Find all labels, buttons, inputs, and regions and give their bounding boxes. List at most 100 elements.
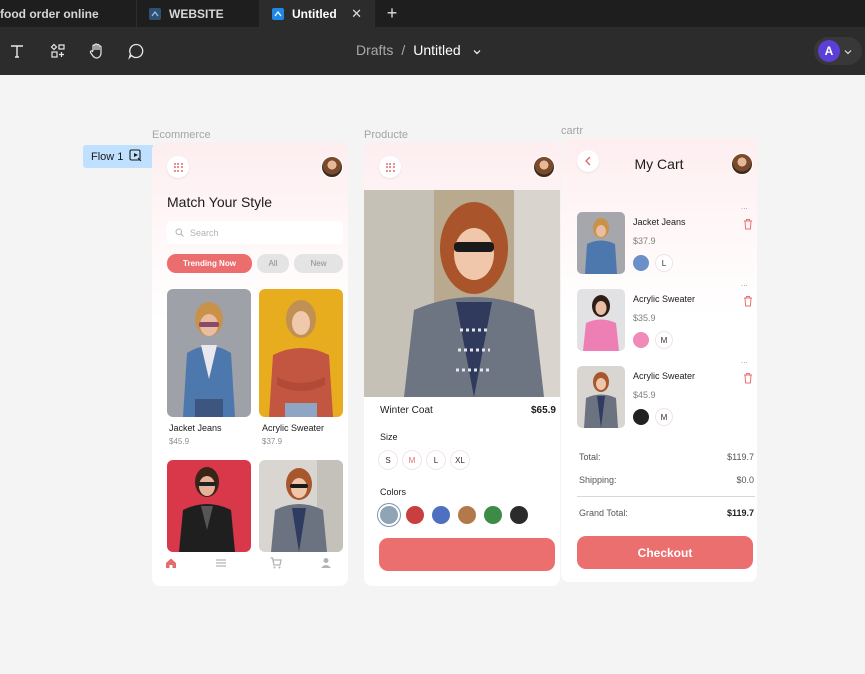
cart-item-image[interactable] [577, 366, 625, 428]
components-icon[interactable] [46, 39, 70, 63]
product-name: Winter Coat [380, 405, 433, 416]
file-name[interactable]: Untitled [413, 42, 460, 58]
user-icon[interactable] [320, 556, 332, 568]
chevron-down-icon[interactable] [473, 42, 481, 58]
size-label: Size [380, 432, 398, 442]
size-option-s[interactable]: S [379, 451, 397, 469]
color-swatch[interactable] [510, 506, 528, 524]
more-options-icon[interactable]: ... [741, 202, 748, 211]
close-icon[interactable]: ✕ [351, 6, 362, 22]
cart-title: My Cart [634, 156, 684, 172]
tab-label: food order online [0, 6, 99, 21]
frame-label-cart[interactable]: cartr [561, 125, 583, 137]
product-price: $65.9 [530, 405, 556, 416]
file-icon [149, 7, 161, 20]
cart-item-color[interactable] [633, 255, 649, 271]
product-name: Acrylic Sweater [262, 423, 325, 433]
frame-label-product[interactable]: Producte [364, 129, 408, 141]
chip-new[interactable]: New [294, 254, 343, 273]
grand-total-value: $119.7 [726, 508, 754, 518]
product-image-jacket-jeans[interactable] [167, 289, 251, 417]
cart-item-size[interactable]: M [656, 409, 672, 425]
product-price: $45.9 [169, 437, 190, 446]
cart-item-name: Acrylic Sweater [633, 294, 696, 304]
cart-item-name: Jacket Jeans [633, 217, 686, 227]
new-tab-button[interactable]: + [375, 0, 409, 27]
breadcrumb-drafts[interactable]: Drafts [356, 42, 393, 58]
tab-untitled[interactable]: Untitled ✕ [260, 0, 375, 27]
cart-item-size[interactable]: L [656, 255, 672, 271]
menu-grid-icon[interactable] [379, 156, 401, 178]
product-name: Jacket Jeans [169, 423, 222, 433]
trash-icon[interactable] [743, 294, 753, 307]
color-swatch[interactable] [432, 506, 450, 524]
breadcrumb-separator: / [401, 42, 406, 58]
product-price: $37.9 [262, 437, 283, 446]
breadcrumb: Drafts / Untitled [356, 42, 481, 58]
more-options-icon[interactable]: ... [741, 356, 748, 365]
search-icon [175, 228, 184, 237]
cart-item-price: $45.9 [633, 390, 656, 400]
comment-icon[interactable] [124, 39, 148, 63]
canvas[interactable]: Ecommerce Producte cartr Flow 1 Match Yo… [0, 75, 865, 674]
product-image-winter-coat[interactable] [259, 460, 343, 552]
page-title: Match Your Style [167, 194, 273, 210]
cart-item-size[interactable]: M [656, 332, 672, 348]
chip-trending-now[interactable]: Trending Now [167, 254, 252, 273]
cart-item-color[interactable] [633, 332, 649, 348]
size-option-xl[interactable]: XL [451, 451, 469, 469]
colors-label: Colors [380, 487, 407, 497]
color-swatch[interactable] [458, 506, 476, 524]
trash-icon[interactable] [743, 371, 753, 384]
frame-label-ecommerce[interactable]: Ecommerce [152, 129, 211, 141]
list-icon[interactable] [215, 556, 227, 568]
size-option-m[interactable]: M [403, 451, 421, 469]
total-value: $119.7 [727, 452, 754, 462]
frame-cart[interactable]: My Cart ... Jacket Jeans $37.9 L ... Acr… [561, 138, 757, 582]
color-swatch[interactable] [484, 506, 502, 524]
grand-total-label: Grand Total: [579, 508, 628, 518]
search-input[interactable]: Search [167, 221, 343, 244]
cart-item-image[interactable] [577, 212, 625, 274]
shipping-label: Shipping: [579, 475, 617, 485]
tab-label: Untitled [292, 6, 337, 21]
product-hero-image[interactable] [364, 190, 560, 397]
avatar: A [818, 40, 840, 62]
divider [577, 496, 755, 497]
play-icon[interactable] [129, 148, 142, 165]
menu-grid-icon[interactable] [167, 156, 189, 178]
chip-all[interactable]: All [257, 254, 289, 273]
file-icon [272, 7, 284, 20]
toolbar: Drafts / Untitled A [0, 27, 865, 75]
cart-item-image[interactable] [577, 289, 625, 351]
size-option-l[interactable]: L [427, 451, 445, 469]
chevron-down-icon [844, 42, 852, 60]
frame-ecommerce[interactable]: Match Your Style Search Trending Now All… [152, 142, 348, 586]
text-icon[interactable] [5, 39, 29, 63]
cart-item-color[interactable] [633, 409, 649, 425]
tab-food-order-online[interactable]: food order online [0, 0, 137, 27]
home-icon[interactable] [165, 556, 177, 568]
checkout-button[interactable]: Checkout [577, 536, 753, 569]
tab-website[interactable]: WEBSITE [137, 0, 260, 27]
avatar[interactable] [731, 153, 753, 175]
more-options-icon[interactable]: ... [741, 279, 748, 288]
cart-item-price: $35.9 [633, 313, 656, 323]
cart-item-price: $37.9 [633, 236, 656, 246]
product-image-leather-jacket[interactable] [167, 460, 251, 552]
search-placeholder: Search [190, 227, 219, 238]
flow-badge[interactable]: Flow 1 [83, 145, 153, 168]
hand-icon[interactable] [85, 39, 109, 63]
avatar[interactable] [533, 156, 555, 178]
color-swatch[interactable] [380, 506, 398, 524]
total-label: Total: [579, 452, 601, 462]
cart-icon[interactable] [270, 556, 282, 569]
avatar[interactable] [321, 156, 343, 178]
product-image-acrylic-sweater[interactable] [259, 289, 343, 417]
color-swatch[interactable] [406, 506, 424, 524]
shipping-value: $0.0 [736, 475, 754, 485]
frame-product[interactable]: Winter Coat $65.9 Size S M L XL Colors [364, 142, 560, 586]
account-menu[interactable]: A [814, 37, 862, 65]
trash-icon[interactable] [743, 217, 753, 230]
add-to-cart-button[interactable] [379, 538, 555, 571]
